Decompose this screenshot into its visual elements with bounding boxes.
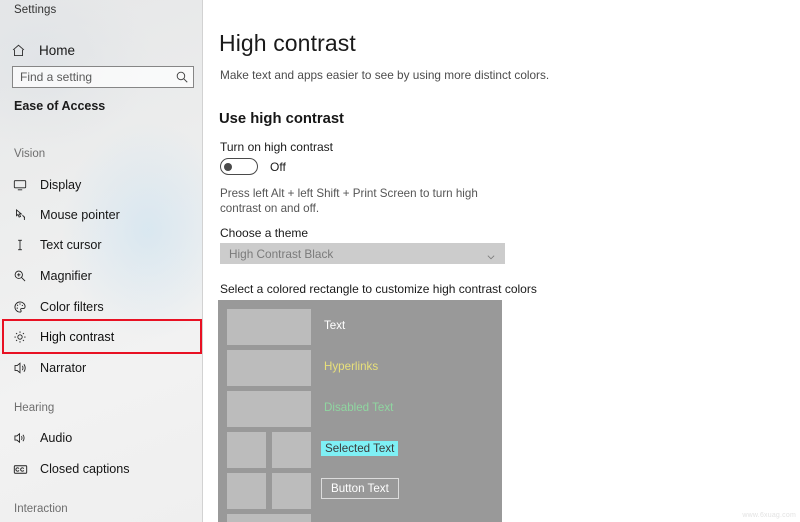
toggle-knob [224, 162, 232, 171]
color-swatch-background[interactable] [227, 514, 311, 522]
sidebar-section-title: Ease of Access [14, 99, 106, 113]
app-title: Settings [14, 4, 57, 16]
mouse-pointer-icon [11, 206, 29, 224]
color-swatch-text[interactable] [227, 309, 311, 345]
sidebar-item-high-contrast[interactable]: High contrast [0, 322, 203, 352]
settings-window: Settings Home Ease of Access Vision [0, 0, 800, 522]
toggle-label: Turn on high contrast [220, 140, 333, 154]
theme-dropdown-value: High Contrast Black [229, 246, 334, 261]
sidebar: Settings Home Ease of Access Vision [0, 0, 203, 522]
sidebar-item-magnifier[interactable]: Magnifier [0, 261, 203, 291]
color-swatch-disabled-text[interactable] [227, 391, 311, 427]
sidebar-item-magnifier-label: Magnifier [40, 269, 92, 283]
sidebar-item-text-cursor-label: Text cursor [40, 238, 102, 252]
color-swatch-hyperlinks[interactable] [227, 350, 311, 386]
preview-label-disabled-text: Disabled Text [324, 401, 394, 414]
sidebar-group-interaction: Interaction [14, 503, 68, 515]
home-icon [11, 43, 29, 58]
page-subtitle: Make text and apps easier to see by usin… [220, 68, 550, 82]
preview-label-text: Text [324, 319, 346, 332]
sidebar-item-narrator-label: Narrator [40, 361, 87, 375]
sidebar-item-high-contrast-label: High contrast [40, 330, 115, 344]
toggle-state-label: Off [270, 159, 286, 174]
high-contrast-color-preview: Text Hyperlinks Disabled Text Selected T… [218, 300, 502, 522]
color-swatch-selected-text-bg[interactable] [272, 432, 311, 468]
monitor-icon [11, 176, 29, 194]
sun-icon [11, 328, 29, 346]
speaker-icon [11, 429, 29, 447]
preview-instruction: Select a colored rectangle to customize … [220, 282, 537, 296]
sidebar-item-audio[interactable]: Audio [0, 423, 203, 453]
sidebar-item-home-label: Home [39, 42, 76, 58]
watermark: www.6xuag.com [742, 512, 796, 519]
color-swatch-button-text-fg[interactable] [227, 473, 266, 509]
sidebar-item-color-filters[interactable]: Color filters [0, 292, 203, 322]
theme-dropdown[interactable]: High Contrast Black [220, 243, 505, 264]
color-filters-icon [11, 298, 29, 316]
shortcut-hint: Press left Alt + left Shift + Print Scre… [220, 187, 478, 215]
sidebar-item-text-cursor[interactable]: Text cursor [0, 230, 203, 260]
magnifier-icon [11, 267, 29, 285]
sidebar-item-audio-label: Audio [40, 431, 73, 445]
section-heading-use-high-contrast: Use high contrast [219, 111, 344, 127]
sidebar-item-mouse-pointer[interactable]: Mouse pointer [0, 200, 203, 230]
search-input[interactable] [12, 66, 194, 88]
high-contrast-toggle[interactable] [220, 158, 258, 175]
sidebar-item-closed-captions[interactable]: Closed captions [0, 454, 203, 484]
sidebar-item-mouse-pointer-label: Mouse pointer [40, 208, 120, 222]
preview-label-hyperlinks: Hyperlinks [324, 360, 379, 373]
high-contrast-toggle-row[interactable]: Off [220, 158, 286, 175]
closed-caption-icon [11, 460, 29, 478]
sidebar-item-display[interactable]: Display [0, 170, 203, 200]
sidebar-item-display-label: Display [40, 178, 82, 192]
sidebar-group-vision: Vision [14, 148, 46, 160]
sidebar-item-closed-captions-label: Closed captions [40, 462, 130, 476]
preview-label-button-text: Button Text [321, 478, 399, 499]
preview-label-selected-text: Selected Text [321, 441, 399, 456]
narrator-icon [11, 359, 29, 377]
sidebar-group-hearing: Hearing [14, 402, 55, 414]
theme-label: Choose a theme [220, 226, 309, 240]
chevron-down-icon [486, 249, 496, 259]
text-cursor-icon [11, 236, 29, 254]
sidebar-item-home[interactable]: Home [0, 36, 203, 64]
main-content: High contrast Make text and apps easier … [203, 0, 800, 522]
color-swatch-button-text-bg[interactable] [272, 473, 311, 509]
page-title: High contrast [219, 30, 356, 56]
color-swatch-selected-text-fg[interactable] [227, 432, 266, 468]
search-container [12, 66, 194, 88]
sidebar-item-narrator[interactable]: Narrator [0, 353, 203, 383]
sidebar-item-color-filters-label: Color filters [40, 300, 104, 314]
